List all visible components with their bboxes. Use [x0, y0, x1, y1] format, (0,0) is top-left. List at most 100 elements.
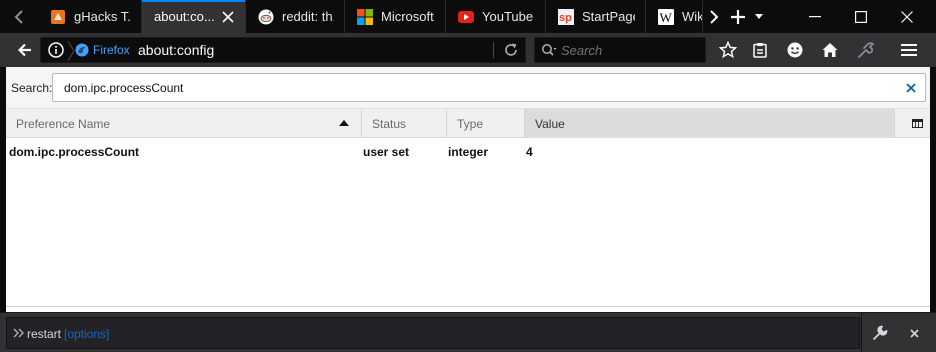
tab-title: about:co... — [154, 9, 215, 24]
tab-about-config[interactable]: about:co... — [142, 0, 246, 33]
column-picker-icon — [911, 119, 923, 128]
table-row[interactable]: dom.ipc.processCount user set integer 4 — [6, 138, 930, 164]
tab-ghacks[interactable]: gHacks T... — [38, 0, 142, 33]
reload-icon — [505, 43, 517, 56]
smiley-icon — [787, 42, 803, 58]
developer-tools-button[interactable] — [852, 38, 880, 62]
menu-button[interactable] — [895, 38, 923, 62]
startpage-favicon: sp — [558, 8, 574, 25]
navigation-toolbar: Firefox about:config Search — [0, 33, 936, 67]
tab-title: gHacks T... — [74, 9, 131, 24]
close-tab-icon[interactable] — [221, 10, 235, 24]
tab-title: Microsoft... — [381, 9, 435, 24]
tab-title: YouTube — [482, 9, 534, 24]
info-icon — [48, 42, 64, 58]
list-all-tabs-button[interactable] — [750, 0, 768, 33]
developer-toolbar: restart [options] — [0, 312, 936, 352]
wrench-icon — [858, 42, 875, 58]
firefox-logo-icon — [75, 43, 89, 57]
svg-text:sp: sp — [559, 12, 572, 24]
url-separator — [493, 42, 494, 58]
identity-label: Firefox — [93, 43, 130, 57]
feedback-button[interactable] — [781, 38, 809, 62]
search-icon — [542, 44, 557, 56]
column-header-row: Preference Name Status Type Value — [6, 109, 930, 138]
ghacks-favicon — [50, 9, 66, 25]
content-divider — [6, 306, 930, 307]
maximize-button[interactable] — [838, 0, 884, 33]
plus-icon — [731, 9, 745, 24]
tab-youtube[interactable]: YouTube — [446, 0, 546, 33]
close-window-button[interactable] — [884, 0, 930, 33]
column-header-type[interactable]: Type — [447, 109, 525, 138]
site-identity-button[interactable] — [44, 40, 68, 60]
preference-filter-input[interactable]: dom.ipc.processCount — [52, 73, 926, 102]
home-icon — [822, 43, 838, 57]
microsoft-favicon — [357, 8, 373, 25]
tab-title: Wikip — [682, 9, 702, 24]
column-header-value[interactable]: Value — [525, 109, 895, 138]
minimize-button[interactable] — [792, 0, 838, 33]
gcli-command-input[interactable]: restart [options] — [6, 317, 860, 349]
pref-status-cell: user set — [363, 145, 410, 159]
tab-wikipedia[interactable]: W Wikip — [646, 0, 703, 33]
star-icon — [719, 41, 737, 59]
config-search-row: Search: dom.ipc.processCount — [6, 67, 930, 109]
pref-value-cell: 4 — [526, 145, 533, 159]
search-bar[interactable]: Search — [534, 37, 706, 63]
sort-ascending-icon — [339, 120, 349, 126]
about-config-page: Search: dom.ipc.processCount Preference … — [6, 67, 930, 312]
close-icon — [909, 328, 919, 338]
search-placeholder: Search — [561, 43, 603, 58]
tab-microsoft[interactable]: Microsoft... — [345, 0, 446, 33]
home-button[interactable] — [816, 38, 844, 62]
column-picker-button[interactable] — [904, 109, 930, 138]
column-label: Preference Name — [16, 116, 111, 131]
column-header-status[interactable]: Status — [362, 109, 447, 138]
wrench-icon — [872, 325, 888, 341]
tab-startpage[interactable]: sp StartPage... — [546, 0, 646, 33]
minimize-icon — [809, 15, 821, 17]
reddit-favicon — [258, 9, 274, 25]
pref-type-cell: integer — [448, 145, 489, 159]
command-prompt-icon — [13, 328, 24, 338]
close-devbar-button[interactable] — [900, 321, 928, 345]
arrow-left-icon — [18, 43, 31, 57]
command-hint: [options] — [64, 327, 110, 341]
column-header-preference-name[interactable]: Preference Name — [6, 109, 362, 138]
youtube-favicon — [458, 9, 474, 25]
reading-list-button[interactable] — [746, 38, 774, 62]
new-tab-button[interactable] — [726, 0, 750, 33]
toggle-toolbox-button[interactable] — [866, 321, 894, 345]
chevron-right-icon — [710, 9, 719, 24]
maximize-icon — [855, 10, 867, 23]
tab-list: gHacks T... about:co... reddit: th... Mi… — [38, 0, 703, 33]
clear-filter-icon[interactable] — [903, 80, 919, 96]
url-bar[interactable]: Firefox about:config — [40, 37, 526, 63]
scroll-tabs-right-button[interactable] — [703, 0, 725, 33]
bookmark-button[interactable] — [714, 38, 742, 62]
tab-reddit[interactable]: reddit: th... — [246, 0, 345, 33]
devbar-separator — [861, 313, 862, 352]
url-text: about:config — [138, 42, 215, 58]
chevron-left-icon — [14, 9, 23, 24]
column-label: Value — [535, 116, 565, 131]
filter-value: dom.ipc.processCount — [64, 81, 184, 95]
chevron-down-icon — [755, 14, 763, 19]
clipboard-icon — [753, 43, 767, 58]
column-label: Type — [457, 116, 484, 131]
reload-button[interactable] — [499, 40, 523, 60]
pref-name-cell: dom.ipc.processCount — [9, 145, 140, 159]
tab-title: StartPage... — [582, 9, 635, 24]
command-text: restart — [27, 327, 62, 341]
back-button[interactable] — [12, 38, 38, 62]
scroll-tabs-left-button[interactable] — [0, 0, 38, 33]
tab-strip: gHacks T... about:co... reddit: th... Mi… — [0, 0, 936, 33]
column-label: Status — [372, 116, 407, 131]
hamburger-menu-icon — [901, 44, 917, 56]
wikipedia-favicon: W — [658, 8, 674, 25]
close-icon — [901, 10, 913, 23]
firefox-identity: Firefox — [75, 38, 130, 62]
search-label: Search: — [11, 81, 53, 95]
tab-title: reddit: th... — [282, 9, 334, 24]
